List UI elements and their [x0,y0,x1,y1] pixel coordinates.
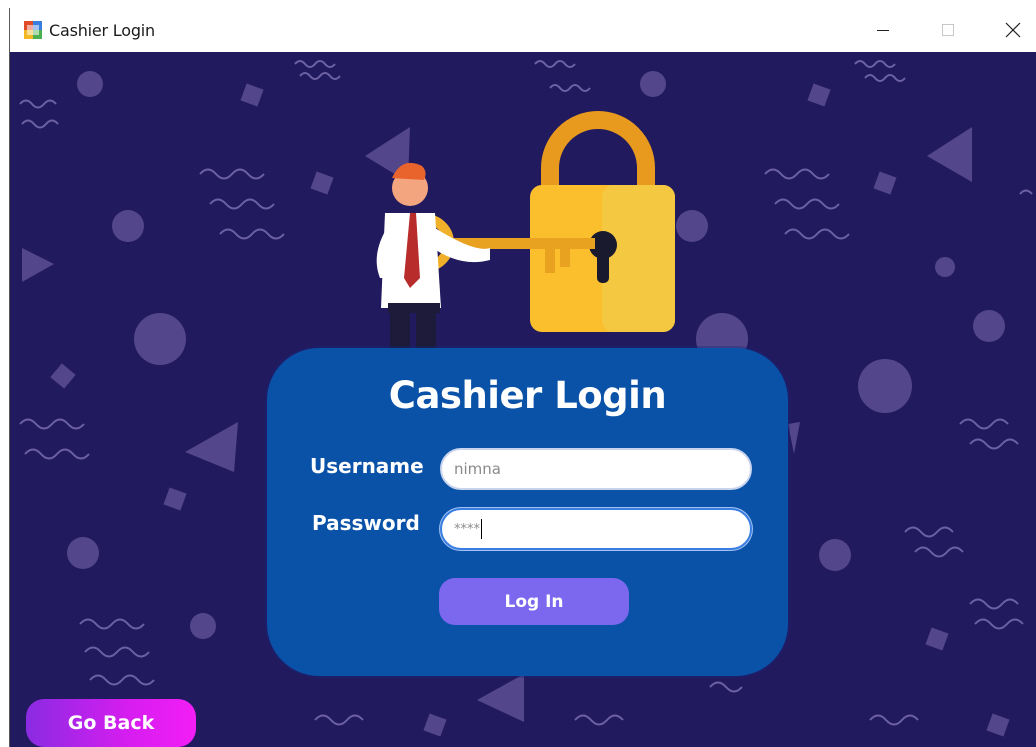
go-back-button[interactable]: Go Back [26,699,196,747]
login-form-area: Cashier Login Username nimna Password **… [10,52,1036,747]
maximize-icon [942,24,954,36]
window-title: Cashier Login [49,21,155,40]
password-label: Password [312,511,420,535]
padlock-illustration [376,111,675,353]
close-button[interactable] [990,8,1036,52]
login-card: Cashier Login Username nimna Password **… [267,348,788,676]
login-button[interactable]: Log In [439,578,629,625]
app-icon [24,21,42,39]
password-input[interactable]: **** [440,508,752,550]
maximize-button[interactable] [925,8,971,52]
padlock-icon [530,111,675,332]
username-value: nimna [454,460,501,478]
login-window: Cashier Login Cashier Login Username nim… [9,8,1036,747]
username-label: Username [310,454,424,478]
close-icon [1005,22,1021,38]
minimize-button[interactable] [860,8,906,52]
text-cursor [481,519,482,539]
title-bar[interactable]: Cashier Login [10,8,1036,52]
minimize-icon [877,30,889,31]
password-value: **** [454,521,480,537]
username-input[interactable]: nimna [440,448,752,490]
login-heading: Cashier Login [388,374,667,417]
businessman-figure [376,162,490,353]
